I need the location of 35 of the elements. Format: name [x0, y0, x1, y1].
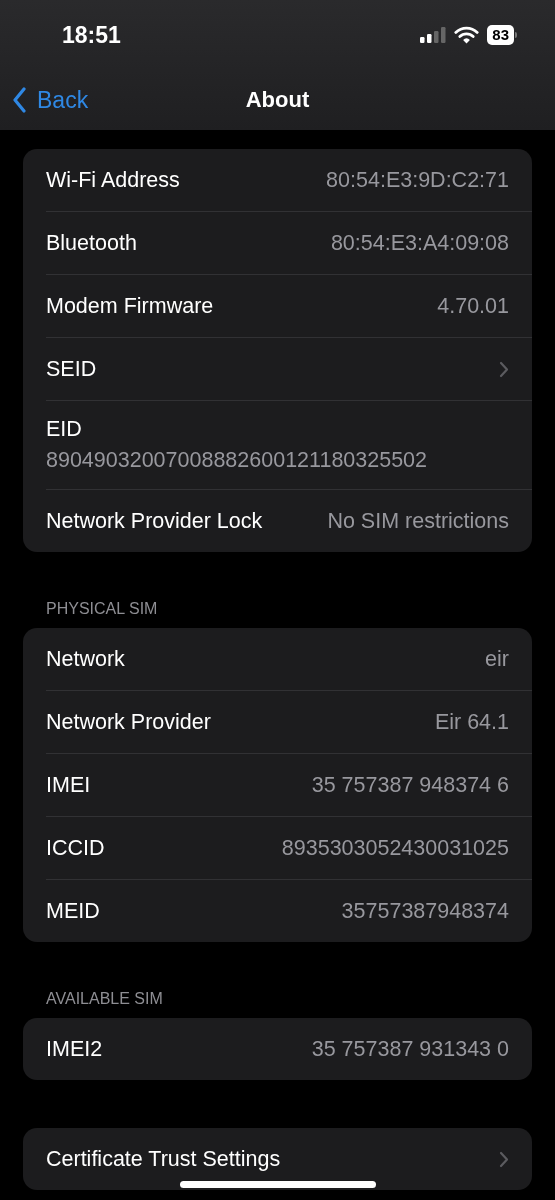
battery-icon: 83	[487, 25, 517, 45]
row-label: Network Provider	[46, 709, 211, 735]
settings-row[interactable]: Certificate Trust Settings	[46, 1128, 532, 1190]
row-label: Modem Firmware	[46, 293, 214, 319]
row-label: Wi-Fi Address	[46, 167, 180, 193]
settings-row[interactable]: SEID	[46, 338, 532, 401]
row-label: IMEI	[46, 772, 91, 798]
row-value: 80:54:E3:9D:C2:71	[325, 167, 509, 193]
row-value: No SIM restrictions	[326, 508, 509, 534]
row-value: eir	[484, 646, 509, 672]
row-value: 89049032007008882600121180325502	[46, 448, 428, 473]
row-value: 35 757387 948374 6	[310, 772, 509, 798]
row-value: 35 757387 931343 0	[310, 1036, 509, 1062]
row-value: Eir 64.1	[433, 709, 509, 735]
row-label: EID	[46, 417, 82, 442]
row-value: 8935303052430031025	[280, 835, 509, 861]
row-value: 4.70.01	[436, 293, 509, 319]
row-label: MEID	[46, 898, 100, 924]
row-label: Network	[46, 646, 125, 672]
row-label: Bluetooth	[46, 230, 137, 256]
row-label: IMEI2	[46, 1036, 103, 1062]
row-value: 35757387948374	[340, 898, 509, 924]
row-label: ICCID	[46, 835, 105, 861]
chevron-icon	[12, 87, 27, 113]
status-time: 18:51	[62, 21, 122, 49]
back-button[interactable]: Back	[12, 86, 89, 114]
nav-title: About	[245, 87, 310, 112]
row-value: 80:54:E3:A4:09:08	[329, 230, 509, 256]
chevron-icon	[499, 1150, 509, 1168]
chevron-icon	[499, 360, 509, 378]
section-header: PHYSICAL SIM	[46, 600, 159, 618]
row-label: Network Provider Lock	[46, 508, 263, 534]
signal-icon	[420, 27, 447, 43]
wifi-icon	[454, 26, 480, 44]
section-header: AVAILABLE SIM	[46, 990, 164, 1008]
